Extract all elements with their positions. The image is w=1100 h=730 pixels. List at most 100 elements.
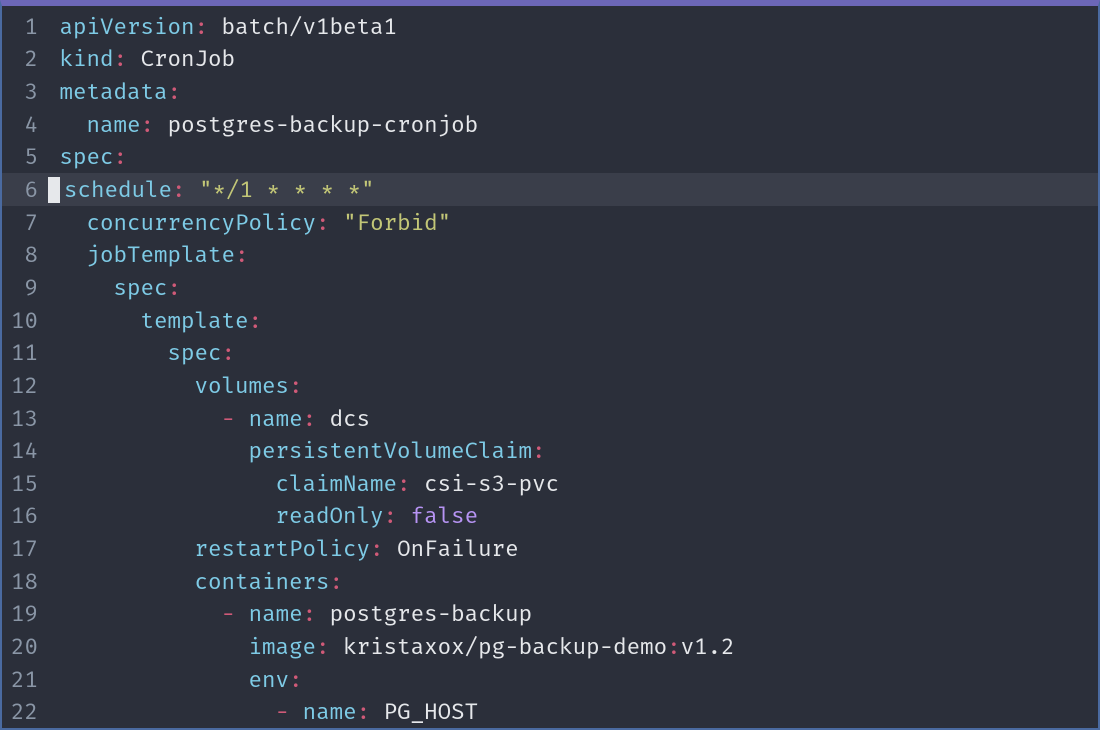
indent: [60, 633, 249, 660]
code-token: jobTemplate: [87, 241, 236, 268]
line-content[interactable]: restartPolicy: OnFailure: [46, 532, 1098, 565]
line-content[interactable]: template:: [46, 304, 1098, 337]
line-content[interactable]: concurrencyPolicy: "Forbid": [46, 206, 1098, 239]
code-token: metadata: [60, 78, 168, 105]
line-content[interactable]: readOnly: false: [46, 500, 1098, 533]
code-token: :: [357, 698, 371, 725]
code-token: name: [87, 111, 141, 138]
code-token: spec: [114, 274, 168, 301]
code-token: CronJob: [127, 45, 235, 72]
line-number: 13: [2, 402, 46, 435]
code-line[interactable]: 22 - name: PG_HOST: [2, 695, 1098, 728]
line-number: 3: [2, 75, 46, 108]
line-number: 21: [2, 663, 46, 696]
code-line[interactable]: 2 kind: CronJob: [2, 43, 1098, 76]
code-line[interactable]: 21 env:: [2, 663, 1098, 696]
line-number: 9: [2, 271, 46, 304]
code-line[interactable]: 4 name: postgres-backup-cronjob: [2, 108, 1098, 141]
indent: [60, 535, 195, 562]
code-token: :: [235, 241, 249, 268]
code-line[interactable]: 19 - name: postgres-backup: [2, 598, 1098, 631]
line-number: 1: [2, 10, 46, 43]
code-line[interactable]: 10 template:: [2, 304, 1098, 337]
line-content[interactable]: volumes:: [46, 369, 1098, 402]
code-token: :: [303, 405, 317, 432]
code-token: schedule: [64, 176, 172, 203]
indent-space: [46, 666, 60, 693]
indent: [60, 307, 141, 334]
indent-space: [46, 111, 60, 138]
line-content[interactable]: claimName: csi-s3-pvc: [46, 467, 1098, 500]
code-token: :: [316, 633, 330, 660]
code-token: false: [411, 502, 479, 529]
line-content[interactable]: name: postgres-backup-cronjob: [46, 108, 1098, 141]
code-line[interactable]: 13 - name: dcs: [2, 402, 1098, 435]
indent: [60, 470, 276, 497]
indent: [60, 111, 87, 138]
indent-space: [46, 13, 60, 40]
line-number: 14: [2, 434, 46, 467]
line-content[interactable]: apiVersion: batch/v1beta1: [46, 10, 1098, 43]
code-line[interactable]: 17 restartPolicy: OnFailure: [2, 532, 1098, 565]
indent: [60, 698, 276, 725]
line-content[interactable]: containers:: [46, 565, 1098, 598]
indent-space: [46, 568, 60, 595]
line-content[interactable]: spec:: [46, 271, 1098, 304]
line-content[interactable]: - name: PG_HOST: [46, 695, 1098, 728]
code-line[interactable]: 7 concurrencyPolicy: "Forbid": [2, 206, 1098, 239]
indent-space: [46, 274, 60, 301]
line-content[interactable]: persistentVolumeClaim:: [46, 434, 1098, 467]
code-line[interactable]: 8 jobTemplate:: [2, 238, 1098, 271]
code-line[interactable]: 5 spec:: [2, 141, 1098, 174]
code-token: :: [172, 176, 186, 203]
code-token: :: [330, 568, 344, 595]
code-line[interactable]: 9 spec:: [2, 271, 1098, 304]
code-token: "Forbid": [343, 209, 451, 236]
code-line[interactable]: 14 persistentVolumeClaim:: [2, 434, 1098, 467]
line-content[interactable]: - name: postgres-backup: [46, 598, 1098, 631]
line-number: 11: [2, 336, 46, 369]
indent: [60, 666, 249, 693]
line-content[interactable]: jobTemplate:: [46, 238, 1098, 271]
indent-space: [46, 45, 60, 72]
code-line[interactable]: 20 image: kristaxox/pg-backup-demo:v1.2: [2, 630, 1098, 663]
code-token: :: [114, 143, 128, 170]
line-number: 6: [2, 173, 46, 206]
code-token: :: [316, 209, 330, 236]
line-content[interactable]: kind: CronJob: [46, 43, 1098, 76]
line-content[interactable]: metadata:: [46, 75, 1098, 108]
line-content[interactable]: - name: dcs: [46, 402, 1098, 435]
code-line[interactable]: 6schedule: "*/1 * * * *": [2, 173, 1098, 206]
line-content[interactable]: schedule: "*/1 * * * *": [46, 173, 1098, 206]
code-editor[interactable]: 1 apiVersion: batch/v1beta12 kind: CronJ…: [2, 6, 1098, 728]
code-token: name: [249, 405, 303, 432]
indent-space: [46, 633, 60, 660]
line-content[interactable]: image: kristaxox/pg-backup-demo:v1.2: [46, 630, 1098, 663]
code-line[interactable]: 15 claimName: csi-s3-pvc: [2, 467, 1098, 500]
code-token: image: [249, 633, 317, 660]
code-token: kind: [60, 45, 114, 72]
code-token: [235, 405, 249, 432]
line-content[interactable]: spec:: [46, 336, 1098, 369]
code-token: restartPolicy: [195, 535, 371, 562]
code-line[interactable]: 3 metadata:: [2, 75, 1098, 108]
code-token: :: [303, 600, 317, 627]
code-token: dcs: [316, 405, 370, 432]
indent-space: [46, 372, 60, 399]
line-number: 7: [2, 206, 46, 239]
code-token: env: [249, 666, 290, 693]
indent-space: [46, 600, 60, 627]
code-line[interactable]: 12 volumes:: [2, 369, 1098, 402]
code-line[interactable]: 18 containers:: [2, 565, 1098, 598]
line-content[interactable]: spec:: [46, 141, 1098, 174]
code-line[interactable]: 16 readOnly: false: [2, 500, 1098, 533]
indent: [60, 274, 114, 301]
code-line[interactable]: 11 spec:: [2, 336, 1098, 369]
indent-space: [46, 502, 60, 529]
code-token: name: [303, 698, 357, 725]
line-content[interactable]: env:: [46, 663, 1098, 696]
indent-space: [46, 437, 60, 464]
code-line[interactable]: 1 apiVersion: batch/v1beta1: [2, 10, 1098, 43]
code-token: postgres-backup-cronjob: [154, 111, 478, 138]
line-number: 2: [2, 43, 46, 76]
